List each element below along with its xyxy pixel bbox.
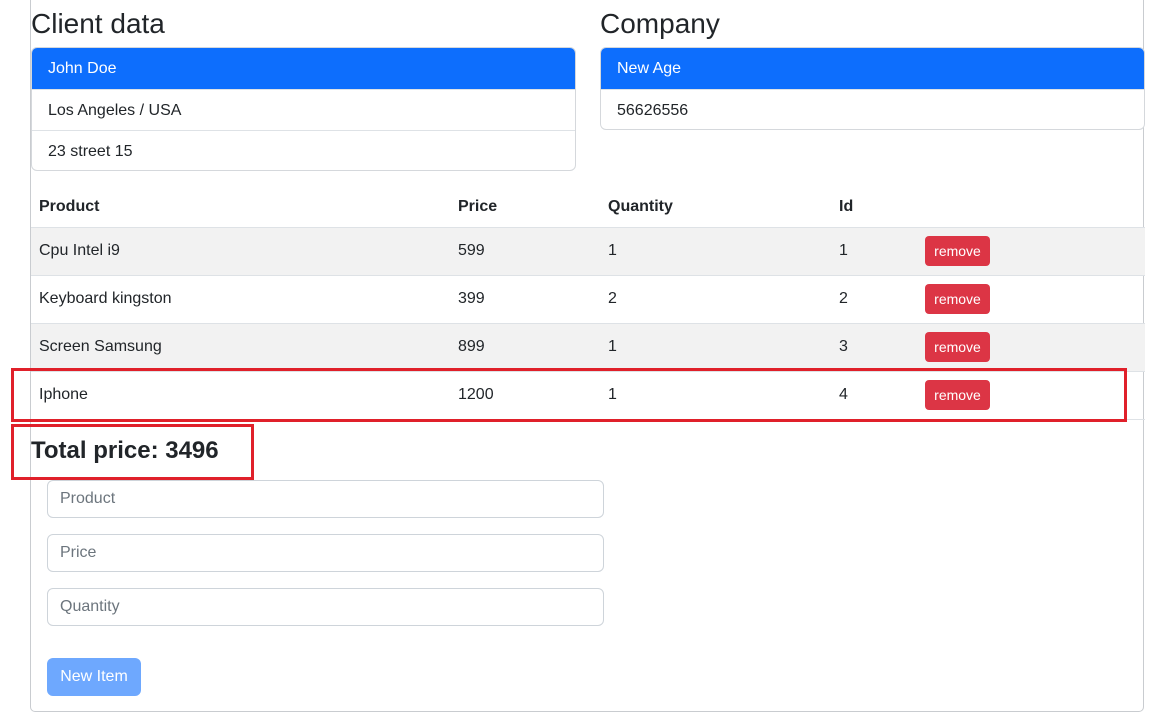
header-id: Id	[831, 187, 917, 228]
remove-button[interactable]: remove	[925, 236, 990, 266]
header-quantity: Quantity	[600, 187, 831, 228]
company-name: New Age	[601, 48, 1144, 89]
total-highlight-annotation	[11, 424, 254, 480]
cell-action: remove	[917, 227, 1145, 276]
client-data-heading: Client data	[31, 8, 165, 39]
client-name: John Doe	[32, 48, 575, 89]
company-heading: Company	[600, 8, 720, 39]
header-product: Product	[31, 187, 450, 228]
cell-price: 599	[450, 227, 600, 276]
header-actions	[917, 187, 1145, 228]
product-input[interactable]	[47, 480, 604, 518]
table-header-row: Product Price Quantity Id	[31, 187, 1145, 228]
client-data-list: John Doe Los Angeles / USA 23 street 15	[31, 47, 576, 171]
cell-quantity: 2	[600, 275, 831, 324]
cell-price: 399	[450, 275, 600, 324]
remove-button[interactable]: remove	[925, 284, 990, 314]
table-row: Cpu Intel i9 599 1 1 remove	[31, 227, 1145, 276]
row-highlight-annotation	[11, 368, 1127, 422]
client-location: Los Angeles / USA	[32, 89, 575, 130]
cell-id: 3	[831, 323, 917, 372]
company-number: 56626556	[601, 89, 1144, 129]
client-address: 23 street 15	[32, 130, 575, 170]
table-row: Keyboard kingston 399 2 2 remove	[31, 275, 1145, 324]
cell-price: 899	[450, 323, 600, 372]
price-input[interactable]	[47, 534, 604, 572]
quantity-input[interactable]	[47, 588, 604, 626]
cell-action: remove	[917, 275, 1145, 324]
remove-button[interactable]: remove	[925, 332, 990, 362]
table-row: Screen Samsung 899 1 3 remove	[31, 323, 1145, 372]
cell-product: Keyboard kingston	[31, 275, 450, 324]
header-price: Price	[450, 187, 600, 228]
cell-product: Cpu Intel i9	[31, 227, 450, 276]
cell-quantity: 1	[600, 323, 831, 372]
cell-id: 1	[831, 227, 917, 276]
cell-action: remove	[917, 323, 1145, 372]
cell-id: 2	[831, 275, 917, 324]
cell-quantity: 1	[600, 227, 831, 276]
company-list: New Age 56626556	[600, 47, 1145, 130]
new-item-button[interactable]: New Item	[47, 658, 141, 696]
cell-product: Screen Samsung	[31, 323, 450, 372]
